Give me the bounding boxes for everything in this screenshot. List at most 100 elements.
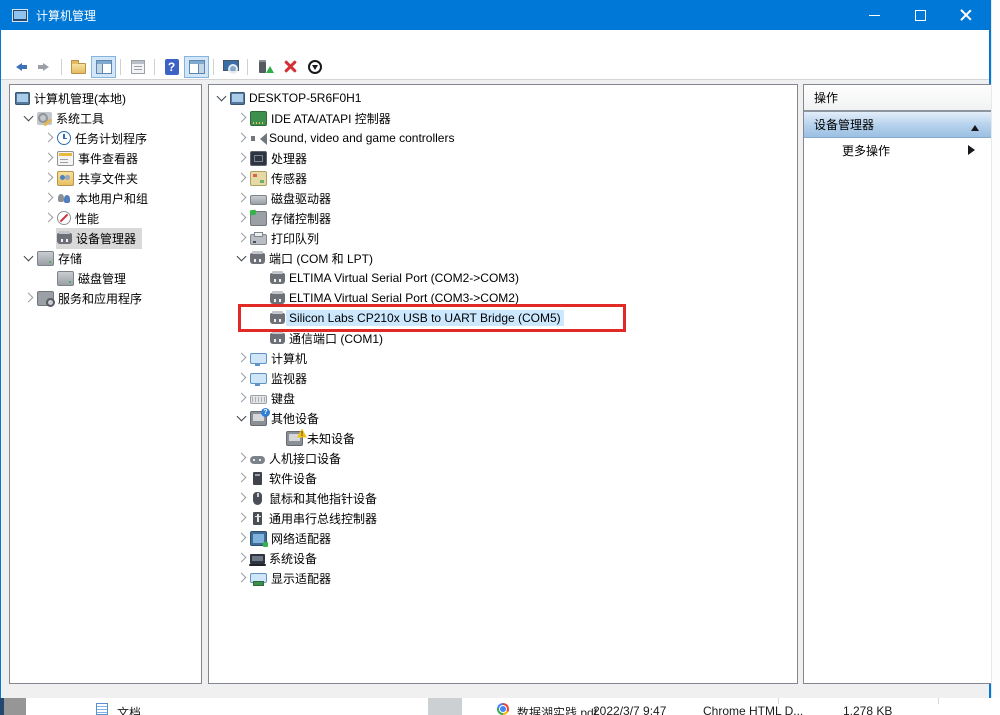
toolbar-button-action-pane[interactable] [184, 56, 209, 78]
chevron-icon[interactable] [233, 130, 249, 146]
device-tree-item[interactable]: 其他设备 [209, 408, 797, 428]
toolbar-button-advanced[interactable] [302, 56, 327, 78]
device-tree-item[interactable]: 软件设备 [209, 468, 797, 488]
device-tree-item[interactable]: 鼠标和其他指针设备 [209, 488, 797, 508]
device-tree-item[interactable]: 磁盘驱动器 [209, 188, 797, 208]
device-tree-item[interactable]: 人机接口设备 [209, 448, 797, 468]
toolbar-button-help[interactable] [159, 56, 184, 78]
device-tree-item[interactable]: 通用串行总线控制器 [209, 508, 797, 528]
sidebar-item[interactable]: 系统工具 [10, 108, 201, 128]
menu-item-file[interactable] [9, 39, 29, 47]
device-tree-item[interactable]: 端口 (COM 和 LPT) [209, 248, 797, 268]
toolbar-button-back[interactable] [7, 56, 32, 78]
chevron-icon[interactable] [233, 450, 249, 466]
device-tree-item[interactable]: ELTIMA Virtual Serial Port (COM2->COM3) [209, 268, 797, 288]
toolbar-button-export[interactable] [66, 56, 91, 78]
documents-nav-item[interactable]: 文档 [117, 704, 141, 715]
device-icon [250, 456, 265, 464]
device-icon [270, 273, 285, 284]
chevron-icon[interactable] [20, 110, 36, 126]
chevron-icon[interactable] [233, 110, 249, 126]
chevron-icon[interactable] [233, 230, 249, 246]
collapse-arrow-icon[interactable] [971, 121, 979, 131]
sidebar-item[interactable]: 任务计划程序 [10, 128, 201, 148]
chevron-icon[interactable] [20, 250, 36, 266]
chevron-icon[interactable] [253, 270, 269, 286]
device-tree-item[interactable]: Silicon Labs CP210x USB to UART Bridge (… [209, 308, 797, 328]
chevron-icon[interactable] [233, 570, 249, 586]
device-tree-item[interactable]: 传感器 [209, 168, 797, 188]
chevron-icon[interactable] [233, 470, 249, 486]
console-tree-pane: 计算机管理(本地) 系统工具 任务计划程序 事件查看器 共享文件夹 本地用户和组 [9, 84, 202, 684]
device-tree-item[interactable]: 网络适配器 [209, 528, 797, 548]
chrome-pdf-file-icon [497, 703, 509, 715]
actions-section-device-manager[interactable]: 设备管理器 [804, 112, 991, 138]
sidebar-item[interactable]: 性能 [10, 208, 201, 228]
chevron-icon[interactable] [40, 230, 56, 246]
toolbar-button-uninstall[interactable] [277, 56, 302, 78]
chevron-icon[interactable] [233, 510, 249, 526]
chevron-icon[interactable] [269, 430, 285, 446]
sidebar-item[interactable]: 共享文件夹 [10, 168, 201, 188]
computer-management-window: 计算机管理 计算机管理(本地) 系统工具 任务计划程序 [0, 0, 991, 698]
sidebar-item[interactable]: 事件查看器 [10, 148, 201, 168]
maximize-button[interactable] [897, 0, 943, 30]
device-tree-item[interactable]: Sound, video and game controllers [209, 128, 797, 148]
sidebar-item[interactable]: 本地用户和组 [10, 188, 201, 208]
chevron-icon[interactable] [40, 270, 56, 286]
chevron-icon[interactable] [233, 170, 249, 186]
menu-item-help[interactable] [69, 39, 89, 47]
more-actions-item[interactable]: 更多操作 [804, 138, 991, 163]
chevron-icon[interactable] [233, 150, 249, 166]
sidebar-item-label: 共享文件夹 [75, 169, 141, 188]
menu-item-action[interactable] [29, 39, 49, 47]
chevron-icon[interactable] [233, 410, 249, 426]
chevron-icon[interactable] [40, 190, 56, 206]
sidebar-item[interactable]: 服务和应用程序 [10, 288, 201, 308]
device-tree-item[interactable]: 监视器 [209, 368, 797, 388]
device-tree-item[interactable]: 计算机 [209, 348, 797, 368]
close-button[interactable] [943, 0, 989, 30]
device-tree-item[interactable]: ELTIMA Virtual Serial Port (COM3->COM2) [209, 288, 797, 308]
chevron-icon[interactable] [233, 190, 249, 206]
sidebar-item[interactable]: 存储 [10, 248, 201, 268]
chevron-icon[interactable] [253, 310, 269, 326]
chevron-icon[interactable] [253, 290, 269, 306]
chevron-icon[interactable] [40, 130, 56, 146]
sidebar-item[interactable]: 计算机管理(本地) [10, 88, 201, 108]
device-tree-item[interactable]: 通信端口 (COM1) [209, 328, 797, 348]
toolbar-button-console-tree[interactable] [91, 56, 116, 78]
device-tree-item[interactable]: 系统设备 [209, 548, 797, 568]
chevron-icon[interactable] [40, 210, 56, 226]
toolbar-button-properties[interactable] [125, 56, 150, 78]
device-tree-item[interactable]: 存储控制器 [209, 208, 797, 228]
chevron-icon[interactable] [20, 290, 36, 306]
sidebar-item[interactable]: 磁盘管理 [10, 268, 201, 288]
chevron-icon[interactable] [233, 550, 249, 566]
toolbar-button-forward[interactable] [32, 56, 57, 78]
chevron-icon[interactable] [253, 330, 269, 346]
chevron-icon[interactable] [233, 390, 249, 406]
device-tree-item[interactable]: 键盘 [209, 388, 797, 408]
chevron-icon[interactable] [213, 90, 229, 106]
toolbar-button-scan[interactable] [252, 56, 277, 78]
chevron-icon[interactable] [233, 490, 249, 506]
chevron-icon[interactable] [233, 250, 249, 266]
sidebar-item[interactable]: 设备管理器 [10, 228, 201, 248]
device-tree-item[interactable]: 打印队列 [209, 228, 797, 248]
device-tree-item[interactable]: 处理器 [209, 148, 797, 168]
device-tree-item[interactable]: DESKTOP-5R6F0H1 [209, 88, 797, 108]
chevron-icon[interactable] [40, 150, 56, 166]
toolbar-button-remote[interactable] [218, 56, 243, 78]
device-tree-item[interactable]: 未知设备 [209, 428, 797, 448]
minimize-button[interactable] [851, 0, 897, 30]
chevron-icon[interactable] [233, 530, 249, 546]
chevron-icon[interactable] [233, 210, 249, 226]
chevron-icon[interactable] [233, 350, 249, 366]
chevron-icon[interactable] [233, 370, 249, 386]
chevron-icon[interactable] [40, 170, 56, 186]
menu-item-view[interactable] [49, 39, 69, 47]
device-tree-item[interactable]: 显示适配器 [209, 568, 797, 588]
file-name[interactable]: 数据湖实践.pdf [517, 704, 597, 715]
device-tree-item[interactable]: IDE ATA/ATAPI 控制器 [209, 108, 797, 128]
